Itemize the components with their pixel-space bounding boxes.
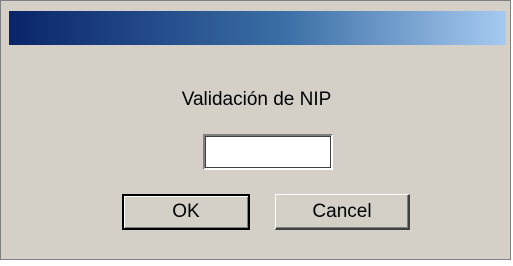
pin-input[interactable] bbox=[203, 134, 333, 170]
ok-button[interactable]: OK bbox=[122, 194, 250, 230]
pin-validation-dialog: Validación de NIP OK Cancel bbox=[0, 0, 511, 260]
title-bar[interactable] bbox=[9, 11, 506, 45]
cancel-button[interactable]: Cancel bbox=[275, 194, 410, 230]
dialog-heading: Validación de NIP bbox=[181, 89, 332, 110]
